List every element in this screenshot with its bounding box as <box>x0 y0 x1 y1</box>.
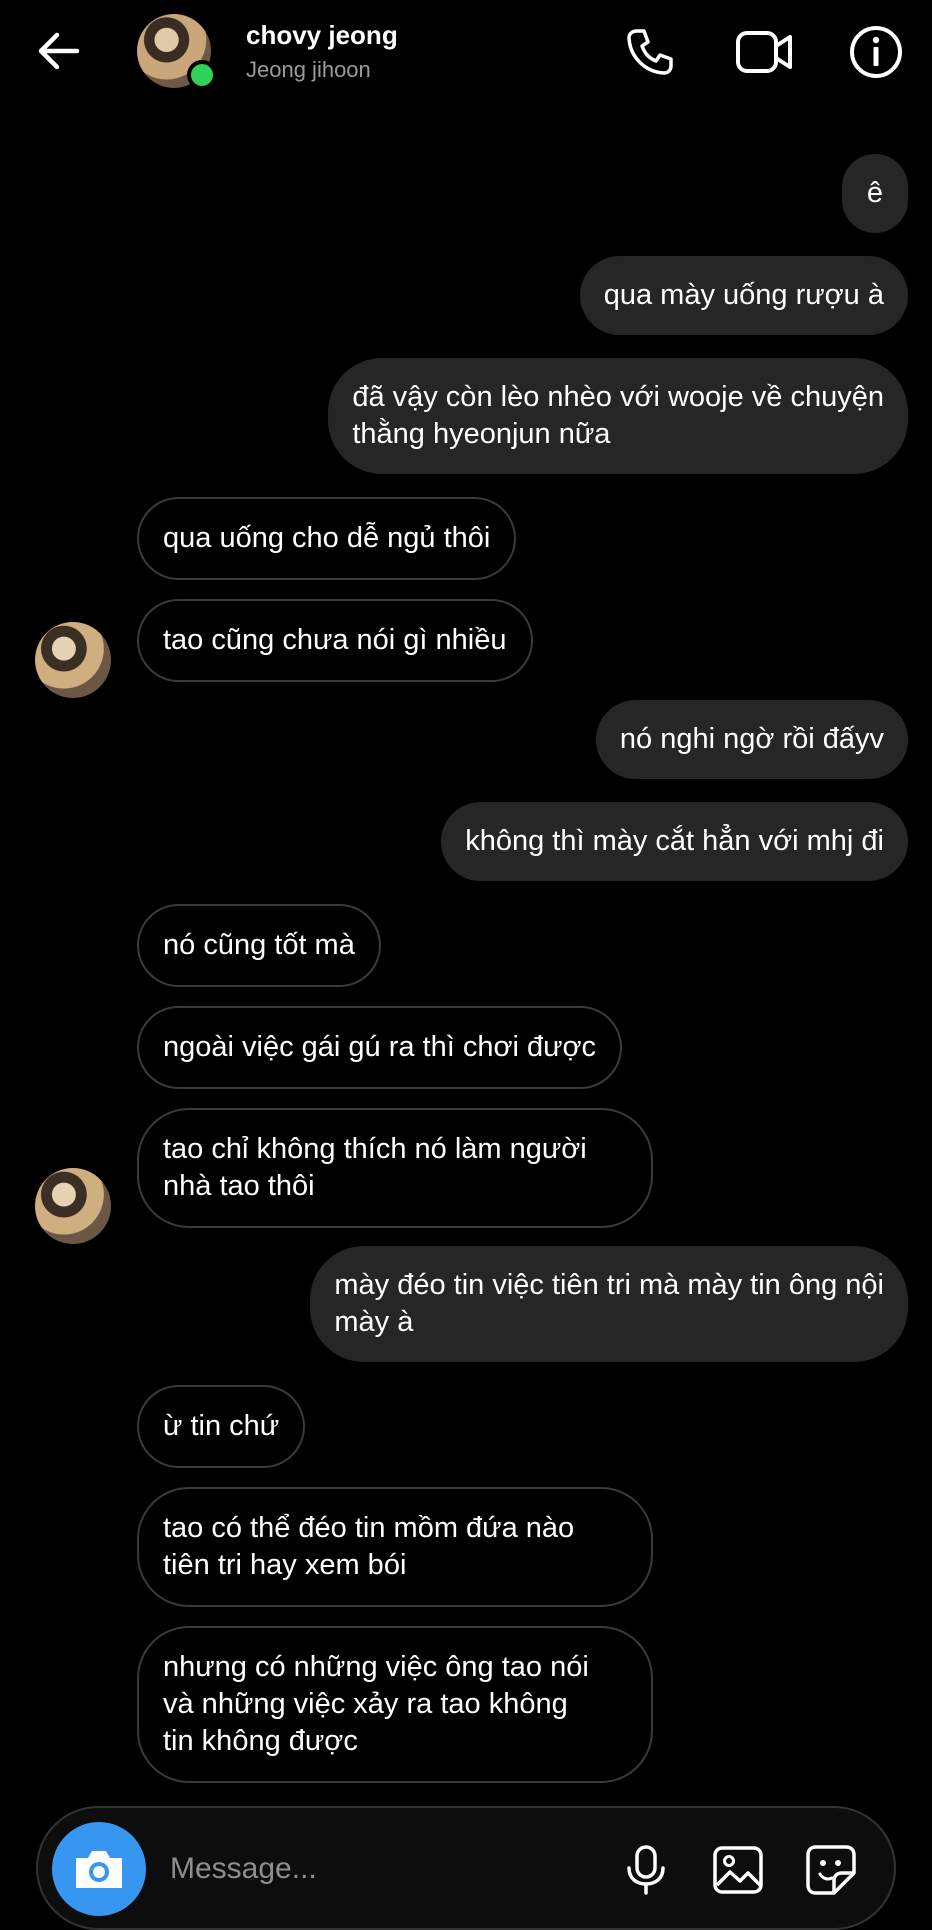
info-button[interactable] <box>846 22 906 82</box>
message-bubble-incoming[interactable]: nhưng có những việc ông tao nói và những… <box>137 1626 653 1783</box>
sender-avatar <box>35 622 111 698</box>
message-bubble-incoming[interactable]: qua uống cho dễ ngủ thôi <box>137 497 517 580</box>
voice-call-button[interactable] <box>620 22 680 82</box>
sticker-button[interactable] <box>801 1840 861 1900</box>
message-bubble-outgoing[interactable]: ê <box>842 154 908 233</box>
video-call-button[interactable] <box>734 22 794 82</box>
video-camera-icon <box>736 31 792 73</box>
contact-name[interactable]: chovy jeong <box>246 20 398 51</box>
phone-icon <box>627 29 673 75</box>
message-bubble-incoming[interactable]: tao chỉ không thích nó làm người nhà tao… <box>137 1108 653 1228</box>
message-bubble-outgoing[interactable]: nó nghi ngờ rồi đấyv <box>595 700 908 779</box>
back-button[interactable] <box>34 26 84 76</box>
message-bubble-outgoing[interactable]: không thì mày cắt hẳn với mhj đi <box>441 802 908 881</box>
message-bubble-incoming[interactable]: nó cũng tốt mà <box>137 904 381 987</box>
message-composer <box>36 1806 896 1930</box>
message-bubble-incoming[interactable]: tao có thể đéo tin mồm đứa nào tiên tri … <box>137 1487 653 1607</box>
message-thread[interactable]: ê qua mày uống rượu à đã vậy còn lèo nhè… <box>0 120 932 1790</box>
image-icon <box>713 1846 763 1894</box>
message-bubble-incoming[interactable]: ừ tin chứ <box>137 1385 306 1468</box>
voice-message-button[interactable] <box>616 1840 676 1900</box>
message-bubble-outgoing[interactable]: mày đéo tin việc tiên tri mà mày tin ông… <box>310 1246 908 1362</box>
gallery-button[interactable] <box>708 1840 768 1900</box>
message-bubble-outgoing[interactable]: đã vậy còn lèo nhèo với wooje về chuyện … <box>328 358 908 474</box>
camera-button[interactable] <box>52 1822 146 1916</box>
info-icon <box>850 26 902 78</box>
contact-username[interactable]: Jeong jihoon <box>246 57 371 83</box>
camera-icon <box>76 1851 122 1888</box>
message-bubble-incoming[interactable]: tao cũng chưa nói gì nhiều <box>137 599 533 682</box>
sticker-icon <box>806 1845 856 1895</box>
microphone-icon <box>627 1845 665 1895</box>
online-status-dot <box>187 60 217 90</box>
sender-avatar <box>35 1168 111 1244</box>
arrow-left-icon <box>38 32 80 70</box>
contact-avatar[interactable] <box>137 14 217 90</box>
message-bubble-incoming[interactable]: ngoài việc gái gú ra thì chơi được <box>137 1006 623 1089</box>
message-bubble-outgoing[interactable]: qua mày uống rượu à <box>579 256 908 335</box>
message-input[interactable] <box>168 1846 502 1892</box>
chat-header: chovy jeong Jeong jihoon <box>0 0 932 110</box>
